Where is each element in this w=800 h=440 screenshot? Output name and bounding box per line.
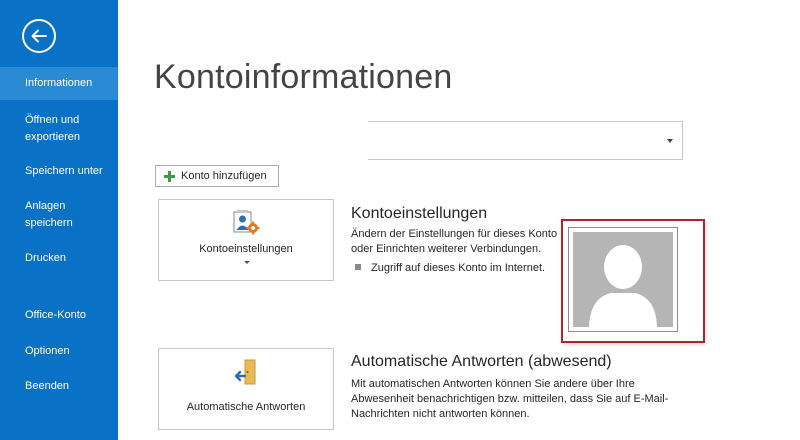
sidebar-item-speichern-unter[interactable]: Speichern unter bbox=[0, 163, 118, 180]
add-account-button[interactable]: Konto hinzufügen bbox=[155, 165, 279, 187]
page-title: Kontoinformationen bbox=[154, 58, 453, 96]
account-settings-desc-line1: Ändern der Einstellungen für dieses Kont… bbox=[351, 228, 558, 240]
sidebar-item-informationen[interactable]: Informationen bbox=[0, 67, 118, 100]
account-settings-button-label: Kontoeinstellungen bbox=[199, 243, 293, 255]
backstage-sidebar: Informationen Öffnen und exportieren Spe… bbox=[0, 0, 118, 440]
profile-photo-frame[interactable] bbox=[561, 219, 705, 343]
automatic-replies-button[interactable]: Automatische Antworten bbox=[158, 348, 334, 430]
plus-icon bbox=[164, 171, 175, 182]
automatic-replies-desc-line2: Abwesenheit benachrichtigen bzw. mitteil… bbox=[351, 393, 669, 405]
account-settings-icon bbox=[233, 210, 260, 235]
profile-photo bbox=[568, 227, 678, 332]
sidebar-item-office-konto[interactable]: Office-Konto bbox=[0, 307, 118, 324]
sidebar-item-drucken[interactable]: Drucken bbox=[0, 250, 118, 267]
sidebar-item-beenden[interactable]: Beenden bbox=[0, 378, 118, 395]
add-account-label: Konto hinzufügen bbox=[181, 170, 267, 182]
account-settings-title: Kontoeinstellungen bbox=[351, 205, 488, 222]
automatic-replies-desc-line3: Nachrichten nicht antworten können. bbox=[351, 408, 530, 420]
sidebar-item-optionen[interactable]: Optionen bbox=[0, 343, 118, 360]
automatic-replies-icon bbox=[234, 359, 256, 385]
chevron-down-icon[interactable] bbox=[667, 139, 673, 143]
account-web-access-link[interactable]: Zugriff auf dieses Konto im Internet. bbox=[371, 262, 545, 274]
dropdown-caret-icon bbox=[244, 261, 250, 264]
sidebar-item-anlagen-speichern[interactable]: Anlagen speichern bbox=[0, 198, 90, 232]
account-web-access-item: Zugriff auf dieses Konto im Internet. bbox=[355, 262, 545, 274]
automatic-replies-button-label: Automatische Antworten bbox=[186, 401, 306, 413]
account-settings-desc-line2: oder Einrichten weiterer Verbindungen. bbox=[351, 243, 542, 255]
person-silhouette-icon bbox=[573, 232, 673, 327]
bullet-square-icon bbox=[355, 264, 361, 271]
automatic-replies-title: Automatische Antworten (abwesend) bbox=[351, 353, 612, 370]
account-selector[interactable] bbox=[368, 121, 683, 160]
automatic-replies-desc-line1: Mit automatischen Antworten können Sie a… bbox=[351, 378, 635, 390]
back-arrow-icon[interactable] bbox=[22, 19, 56, 53]
account-settings-button[interactable]: Kontoeinstellungen bbox=[158, 199, 334, 281]
sidebar-item-oeffnen-exportieren[interactable]: Öffnen und exportieren bbox=[0, 112, 100, 146]
